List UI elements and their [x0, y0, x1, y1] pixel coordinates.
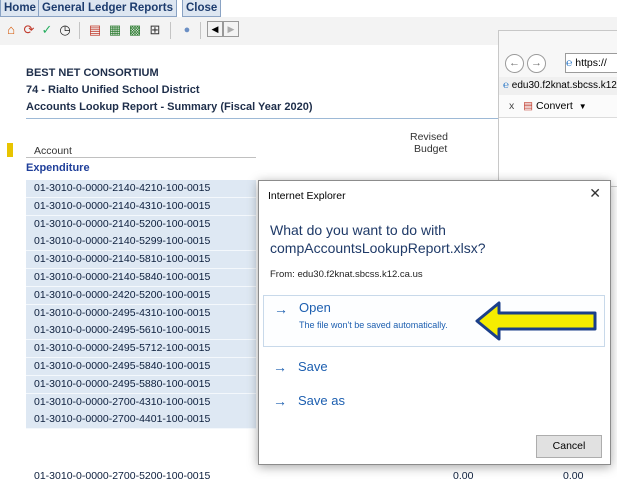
toolbar-divider: [79, 22, 80, 39]
command-bar: x ▤ Convert ▼: [499, 95, 617, 118]
previous-page-icon[interactable]: ◀: [207, 21, 223, 37]
tab-title: edu30.f2knat.sbcss.k12.ca.us: [511, 80, 617, 91]
section-expenditure: Expenditure: [26, 162, 90, 174]
ie-logo-icon: ℮: [566, 57, 573, 69]
account-number: 01-3010-0-0000-2140-5299-100-0015: [34, 235, 211, 247]
info-icon[interactable]: ●: [178, 21, 196, 39]
column-header-account: Account: [34, 145, 72, 157]
open-option-sublabel: The file won't be saved automatically.: [299, 320, 448, 330]
table-row-last-account[interactable]: 01-3010-0-0000-2700-5200-100-0015: [34, 470, 210, 482]
tab-favicon-icon: ℮: [503, 80, 510, 91]
convert-button[interactable]: Convert: [536, 100, 573, 112]
home-icon[interactable]: ⌂: [2, 21, 20, 39]
menu-bar: Home General Ledger Reports Close: [0, 0, 617, 17]
excel-icon[interactable]: ▦: [106, 21, 124, 39]
toolbar-divider: [200, 22, 201, 39]
clock-icon[interactable]: ◷: [56, 21, 74, 39]
cancel-button[interactable]: Cancel: [536, 435, 602, 458]
last-row-revised-budget: 0.00: [453, 470, 474, 482]
back-icon[interactable]: ←: [505, 54, 524, 73]
save-as-option[interactable]: → Save as: [263, 393, 603, 417]
report-title: Accounts Lookup Report - Summary (Fiscal…: [26, 101, 313, 113]
address-bar[interactable]: ℮ https://: [565, 53, 617, 73]
report-district: 74 - Rialto Unified School District: [26, 84, 200, 96]
account-number: 01-3010-0-0000-2700-4401-100-0015: [34, 413, 211, 425]
spreadsheet-icon[interactable]: ▩: [126, 21, 144, 39]
account-number: 01-3010-0-0000-2140-4210-100-0015: [34, 182, 211, 194]
close-icon[interactable]: ✕: [589, 185, 601, 202]
highlight-arrow-icon: [475, 301, 597, 341]
column-header-budget: Budget: [414, 143, 448, 155]
account-number: 01-3010-0-0000-2140-5200-100-0015: [34, 218, 211, 230]
menu-close[interactable]: Close: [182, 0, 222, 17]
arrow-right-icon: →: [274, 301, 288, 317]
open-option-label: Open: [299, 300, 331, 315]
arrow-right-icon: →: [273, 393, 287, 409]
report-header-divider: [26, 118, 506, 119]
refresh-icon[interactable]: ⟳: [20, 21, 38, 39]
convert-icon: ▤: [523, 100, 534, 112]
account-number: 01-3010-0-0000-2140-4310-100-0015: [34, 200, 211, 212]
chevron-down-icon[interactable]: ▼: [579, 102, 587, 111]
account-number: 01-3010-0-0000-2495-4310-100-0015: [34, 307, 211, 319]
save-as-option-label: Save as: [298, 393, 345, 408]
last-row-second-value: 0.00: [563, 470, 584, 482]
column-header-divider: [26, 157, 256, 158]
close-tab-icon[interactable]: x: [509, 100, 514, 112]
menu-home[interactable]: Home: [0, 0, 40, 17]
check-icon[interactable]: ✓: [38, 21, 56, 39]
save-option[interactable]: → Save: [263, 359, 603, 383]
account-number: 01-3010-0-0000-2140-5810-100-0015: [34, 253, 211, 265]
browser-tab[interactable]: ℮ edu30.f2knat.sbcss.k12.ca.us: [499, 77, 617, 95]
arrow-right-icon: →: [273, 359, 287, 375]
side-marker: [7, 143, 13, 157]
grid-icon[interactable]: ⊞: [146, 21, 164, 39]
browser-window: ← → ℮ https:// ℮ edu30.f2knat.sbcss.k12.…: [498, 30, 617, 187]
account-number: 01-3010-0-0000-2495-5840-100-0015: [34, 360, 211, 372]
save-option-label: Save: [298, 359, 328, 374]
download-dialog: Internet Explorer ✕ What do you want to …: [258, 180, 611, 465]
account-number: 01-3010-0-0000-2495-5610-100-0015: [34, 324, 211, 336]
column-header-revised: Revised: [410, 131, 448, 143]
dialog-title: Internet Explorer: [268, 190, 346, 202]
dialog-source: From: edu30.f2knat.sbcss.k12.ca.us: [270, 269, 423, 280]
next-page-icon[interactable]: ▶: [223, 21, 239, 37]
account-number: 01-3010-0-0000-2140-5840-100-0015: [34, 271, 211, 283]
account-number: 01-3010-0-0000-2700-4310-100-0015: [34, 396, 211, 408]
menu-general-ledger-reports[interactable]: General Ledger Reports: [38, 0, 178, 17]
forward-icon[interactable]: →: [527, 54, 546, 73]
account-number: 01-3010-0-0000-2495-5712-100-0015: [34, 342, 211, 354]
address-text: https://: [575, 57, 607, 69]
report-org: BEST NET CONSORTIUM: [26, 67, 159, 79]
account-number: 01-3010-0-0000-2495-5880-100-0015: [34, 378, 211, 390]
dialog-question: What do you want to do with compAccounts…: [270, 222, 486, 256]
pdf-icon[interactable]: ▤: [86, 21, 104, 39]
account-number: 01-3010-0-0000-2420-5200-100-0015: [34, 289, 211, 301]
toolbar-divider: [170, 22, 171, 39]
